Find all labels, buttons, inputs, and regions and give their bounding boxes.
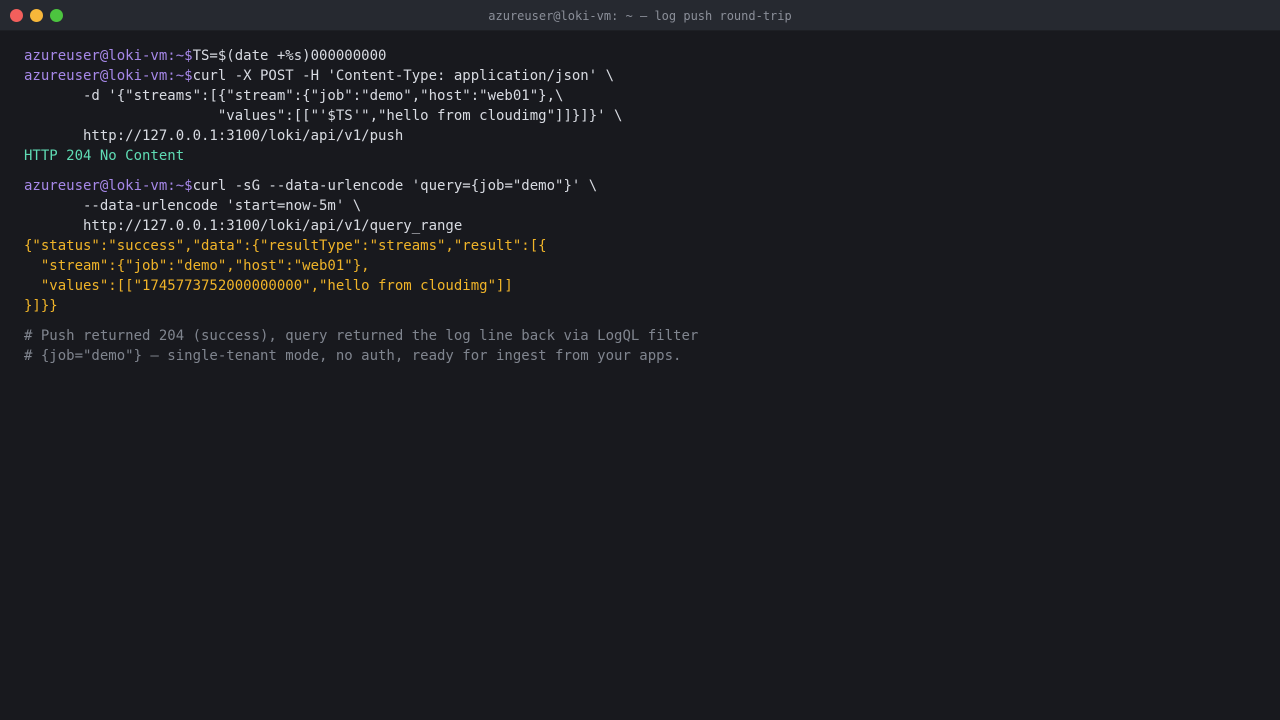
command-continuation: http://127.0.0.1:3100/loki/api/v1/push — [24, 128, 404, 144]
command-continuation: -d '{"streams":[{"stream":{"job":"demo",… — [24, 88, 564, 104]
command-continuation: "values":[["'$TS'","hello from cloudimg"… — [24, 108, 623, 124]
command-text: curl -sG --data-urlencode 'query={job="d… — [192, 178, 598, 194]
command-text: curl -X POST -H 'Content-Type: applicati… — [192, 68, 615, 84]
terminal-window: azureuser@loki-vm: ~ — log push round-tr… — [0, 0, 1280, 720]
terminal-output[interactable]: azureuser@loki-vm:~$TS=$(date +%s)000000… — [24, 46, 1256, 366]
json-output-line: "values":[["1745773752000000000","hello … — [24, 278, 513, 294]
command-text: TS=$(date +%s)000000000 — [192, 48, 387, 64]
window-title: azureuser@loki-vm: ~ — log push round-tr… — [488, 9, 792, 23]
comment-line: # Push returned 204 (success), query ret… — [24, 328, 699, 344]
title-bar: azureuser@loki-vm: ~ — log push round-tr… — [0, 0, 1280, 31]
command-continuation: --data-urlencode 'start=now-5m' \ — [24, 198, 362, 214]
json-output-line: {"status":"success","data":{"resultType"… — [24, 238, 547, 254]
command-line: azureuser@loki-vm:~$curl -sG --data-urle… — [24, 176, 1256, 196]
command-line: azureuser@loki-vm:~$curl -X POST -H 'Con… — [24, 66, 1256, 86]
command-continuation: http://127.0.0.1:3100/loki/api/v1/query_… — [24, 218, 463, 234]
command-line: azureuser@loki-vm:~$TS=$(date +%s)000000… — [24, 46, 1256, 66]
http-response-status: HTTP 204 No Content — [24, 148, 185, 164]
shell-prompt: azureuser@loki-vm:~$ — [24, 48, 193, 64]
comment-line: # {job="demo"} — single-tenant mode, no … — [24, 348, 682, 364]
json-output-line: "stream":{"job":"demo","host":"web01"}, — [24, 258, 370, 274]
shell-prompt: azureuser@loki-vm:~$ — [24, 178, 193, 194]
shell-prompt: azureuser@loki-vm:~$ — [24, 68, 193, 84]
json-output-line: }]}} — [24, 298, 58, 314]
